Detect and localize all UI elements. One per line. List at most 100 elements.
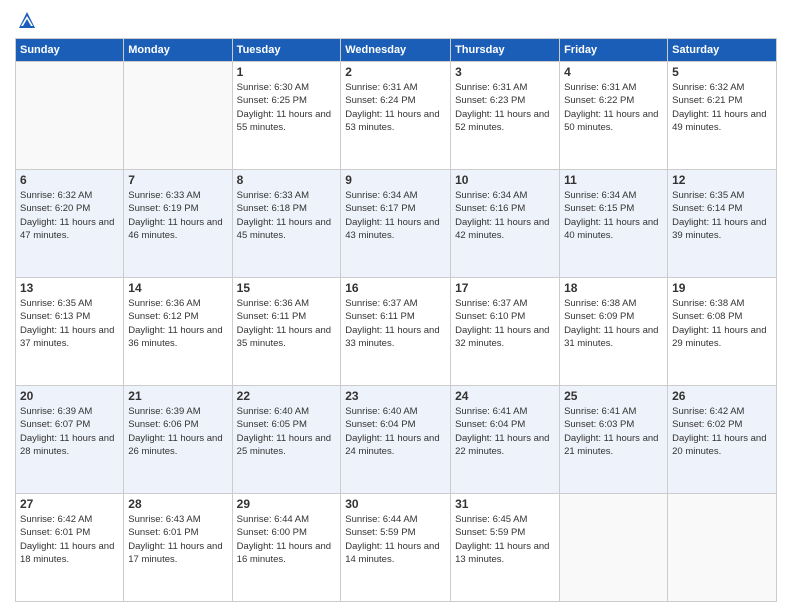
day-number: 24 (455, 389, 555, 403)
day-info: Sunrise: 6:34 AM Sunset: 6:17 PM Dayligh… (345, 189, 446, 242)
day-info: Sunrise: 6:44 AM Sunset: 6:00 PM Dayligh… (237, 513, 337, 566)
header-row: SundayMondayTuesdayWednesdayThursdayFrid… (16, 39, 777, 62)
day-info: Sunrise: 6:42 AM Sunset: 6:02 PM Dayligh… (672, 405, 772, 458)
week-row-4: 20 Sunrise: 6:39 AM Sunset: 6:07 PM Dayli… (16, 386, 777, 494)
day-info: Sunrise: 6:38 AM Sunset: 6:08 PM Dayligh… (672, 297, 772, 350)
weekday-header-wednesday: Wednesday (341, 39, 451, 62)
calendar-cell: 29 Sunrise: 6:44 AM Sunset: 6:00 PM Dayli… (232, 494, 341, 602)
day-number: 4 (564, 65, 663, 79)
calendar-cell: 5Sunrise: 6:32 AM Sunset: 6:21 PM Daylig… (668, 62, 777, 170)
calendar-cell: 27Sunrise: 6:42 AM Sunset: 6:01 PM Dayli… (16, 494, 124, 602)
day-number: 8 (237, 173, 337, 187)
day-info: Sunrise: 6:30 AM Sunset: 6:25 PM Dayligh… (237, 81, 337, 134)
week-row-2: 6Sunrise: 6:32 AM Sunset: 6:20 PM Daylig… (16, 170, 777, 278)
weekday-header-tuesday: Tuesday (232, 39, 341, 62)
calendar-cell: 17 Sunrise: 6:37 AM Sunset: 6:10 PM Dayli… (451, 278, 560, 386)
day-info: Sunrise: 6:32 AM Sunset: 6:20 PM Dayligh… (20, 189, 119, 242)
calendar-cell: 13Sunrise: 6:35 AM Sunset: 6:13 PM Dayli… (16, 278, 124, 386)
calendar-cell: 25Sunrise: 6:41 AM Sunset: 6:03 PM Dayli… (560, 386, 668, 494)
logo (15, 10, 37, 30)
day-number: 26 (672, 389, 772, 403)
day-number: 5 (672, 65, 772, 79)
calendar-cell: 31 Sunrise: 6:45 AM Sunset: 5:59 PM Dayli… (451, 494, 560, 602)
calendar-cell: 12 Sunrise: 6:35 AM Sunset: 6:14 PM Dayli… (668, 170, 777, 278)
calendar-cell: 10Sunrise: 6:34 AM Sunset: 6:16 PM Dayli… (451, 170, 560, 278)
week-row-1: 1 Sunrise: 6:30 AM Sunset: 6:25 PM Daylig… (16, 62, 777, 170)
weekday-header-sunday: Sunday (16, 39, 124, 62)
day-info: Sunrise: 6:40 AM Sunset: 6:04 PM Dayligh… (345, 405, 446, 458)
day-number: 18 (564, 281, 663, 295)
day-info: Sunrise: 6:39 AM Sunset: 6:06 PM Dayligh… (128, 405, 227, 458)
day-number: 28 (128, 497, 227, 511)
weekday-header-friday: Friday (560, 39, 668, 62)
calendar-cell: 16 Sunrise: 6:37 AM Sunset: 6:11 PM Dayli… (341, 278, 451, 386)
day-info: Sunrise: 6:31 AM Sunset: 6:22 PM Dayligh… (564, 81, 663, 134)
page: SundayMondayTuesdayWednesdayThursdayFrid… (0, 0, 792, 612)
day-info: Sunrise: 6:35 AM Sunset: 6:14 PM Dayligh… (672, 189, 772, 242)
weekday-header-thursday: Thursday (451, 39, 560, 62)
day-number: 21 (128, 389, 227, 403)
day-number: 17 (455, 281, 555, 295)
day-number: 7 (128, 173, 227, 187)
calendar-cell: 19 Sunrise: 6:38 AM Sunset: 6:08 PM Dayli… (668, 278, 777, 386)
day-number: 22 (237, 389, 337, 403)
logo-icon (17, 10, 37, 30)
calendar-cell: 2 Sunrise: 6:31 AM Sunset: 6:24 PM Daylig… (341, 62, 451, 170)
day-number: 29 (237, 497, 337, 511)
calendar-cell (560, 494, 668, 602)
day-number: 12 (672, 173, 772, 187)
day-number: 15 (237, 281, 337, 295)
weekday-header-monday: Monday (124, 39, 232, 62)
day-info: Sunrise: 6:39 AM Sunset: 6:07 PM Dayligh… (20, 405, 119, 458)
day-number: 27 (20, 497, 119, 511)
day-info: Sunrise: 6:41 AM Sunset: 6:03 PM Dayligh… (564, 405, 663, 458)
calendar-cell (124, 62, 232, 170)
calendar-cell: 4 Sunrise: 6:31 AM Sunset: 6:22 PM Daylig… (560, 62, 668, 170)
day-info: Sunrise: 6:36 AM Sunset: 6:12 PM Dayligh… (128, 297, 227, 350)
day-number: 19 (672, 281, 772, 295)
calendar-cell: 26 Sunrise: 6:42 AM Sunset: 6:02 PM Dayli… (668, 386, 777, 494)
day-number: 20 (20, 389, 119, 403)
calendar-cell (668, 494, 777, 602)
weekday-header-saturday: Saturday (668, 39, 777, 62)
week-row-5: 27Sunrise: 6:42 AM Sunset: 6:01 PM Dayli… (16, 494, 777, 602)
calendar-cell (16, 62, 124, 170)
day-info: Sunrise: 6:31 AM Sunset: 6:24 PM Dayligh… (345, 81, 446, 134)
calendar-cell: 3Sunrise: 6:31 AM Sunset: 6:23 PM Daylig… (451, 62, 560, 170)
day-info: Sunrise: 6:33 AM Sunset: 6:19 PM Dayligh… (128, 189, 227, 242)
day-number: 14 (128, 281, 227, 295)
calendar-cell: 20 Sunrise: 6:39 AM Sunset: 6:07 PM Dayli… (16, 386, 124, 494)
day-info: Sunrise: 6:43 AM Sunset: 6:01 PM Dayligh… (128, 513, 227, 566)
calendar-cell: 7 Sunrise: 6:33 AM Sunset: 6:19 PM Daylig… (124, 170, 232, 278)
day-info: Sunrise: 6:34 AM Sunset: 6:16 PM Dayligh… (455, 189, 555, 242)
calendar-cell: 18Sunrise: 6:38 AM Sunset: 6:09 PM Dayli… (560, 278, 668, 386)
day-number: 9 (345, 173, 446, 187)
day-number: 31 (455, 497, 555, 511)
day-info: Sunrise: 6:31 AM Sunset: 6:23 PM Dayligh… (455, 81, 555, 134)
calendar-cell: 9 Sunrise: 6:34 AM Sunset: 6:17 PM Daylig… (341, 170, 451, 278)
day-number: 11 (564, 173, 663, 187)
calendar-cell: 6Sunrise: 6:32 AM Sunset: 6:20 PM Daylig… (16, 170, 124, 278)
day-info: Sunrise: 6:37 AM Sunset: 6:11 PM Dayligh… (345, 297, 446, 350)
calendar-cell: 11 Sunrise: 6:34 AM Sunset: 6:15 PM Dayli… (560, 170, 668, 278)
week-row-3: 13Sunrise: 6:35 AM Sunset: 6:13 PM Dayli… (16, 278, 777, 386)
day-number: 23 (345, 389, 446, 403)
day-info: Sunrise: 6:45 AM Sunset: 5:59 PM Dayligh… (455, 513, 555, 566)
calendar-cell: 1 Sunrise: 6:30 AM Sunset: 6:25 PM Daylig… (232, 62, 341, 170)
day-info: Sunrise: 6:44 AM Sunset: 5:59 PM Dayligh… (345, 513, 446, 566)
header (15, 10, 777, 30)
day-info: Sunrise: 6:34 AM Sunset: 6:15 PM Dayligh… (564, 189, 663, 242)
calendar-cell: 14 Sunrise: 6:36 AM Sunset: 6:12 PM Dayli… (124, 278, 232, 386)
day-info: Sunrise: 6:37 AM Sunset: 6:10 PM Dayligh… (455, 297, 555, 350)
calendar-cell: 22Sunrise: 6:40 AM Sunset: 6:05 PM Dayli… (232, 386, 341, 494)
calendar-cell: 15 Sunrise: 6:36 AM Sunset: 6:11 PM Dayli… (232, 278, 341, 386)
calendar-table: SundayMondayTuesdayWednesdayThursdayFrid… (15, 38, 777, 602)
calendar-cell: 21 Sunrise: 6:39 AM Sunset: 6:06 PM Dayli… (124, 386, 232, 494)
day-number: 16 (345, 281, 446, 295)
calendar-cell: 8Sunrise: 6:33 AM Sunset: 6:18 PM Daylig… (232, 170, 341, 278)
day-number: 30 (345, 497, 446, 511)
day-number: 1 (237, 65, 337, 79)
day-info: Sunrise: 6:36 AM Sunset: 6:11 PM Dayligh… (237, 297, 337, 350)
day-number: 13 (20, 281, 119, 295)
day-number: 2 (345, 65, 446, 79)
